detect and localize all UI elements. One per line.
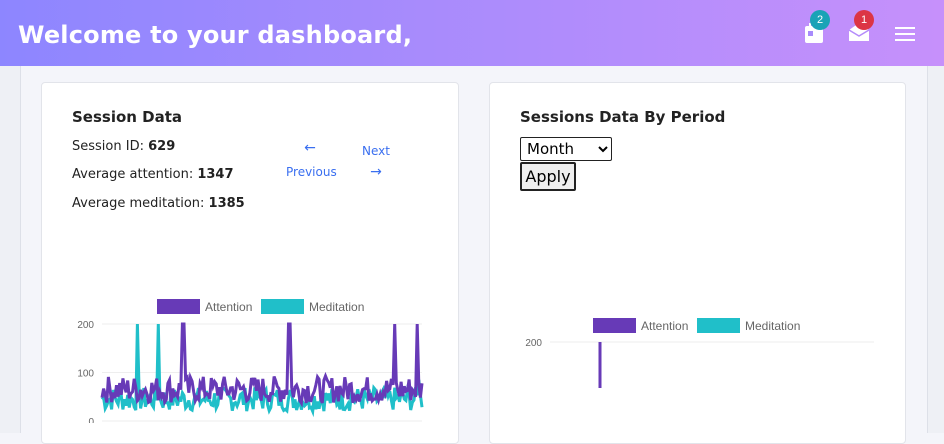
page-scrollbar-track[interactable] <box>927 66 944 433</box>
hamburger-menu-icon[interactable] <box>895 26 917 48</box>
session-data-card: Session Data Session ID: 629 Average att… <box>41 82 459 444</box>
average-meditation-value: 1385 <box>208 196 245 211</box>
y-tick-label: 0 <box>88 417 94 423</box>
calendar-badge: 2 <box>810 10 830 30</box>
period-line-chart: AttentionMeditation20010001234 <box>525 318 874 388</box>
y-tick-label: 200 <box>525 338 542 349</box>
session-line-chart: AttentionMeditation200100015917753391490… <box>77 299 424 423</box>
legend-swatch-meditation <box>261 299 304 314</box>
apply-button[interactable]: Apply <box>520 162 576 191</box>
legend-label-meditation: Meditation <box>309 300 364 314</box>
session-id-row: Session ID: 629 <box>72 139 176 154</box>
average-attention-row: Average attention: 1347 <box>72 167 234 182</box>
mail-badge: 1 <box>854 10 874 30</box>
period-card-title: Sessions Data By Period <box>520 108 726 126</box>
y-tick-label: 100 <box>525 387 542 388</box>
legend-label-attention: Attention <box>641 319 688 333</box>
arrow-left-icon: ← <box>304 140 316 156</box>
legend-swatch-attention <box>593 318 636 333</box>
legend-swatch-meditation <box>697 318 740 333</box>
legend-label-meditation: Meditation <box>745 319 800 333</box>
session-card-title: Session Data <box>72 108 183 126</box>
session-id-value: 629 <box>148 139 176 154</box>
previous-session-link[interactable]: ← Previous <box>286 140 337 179</box>
arrow-right-icon: → <box>370 164 382 180</box>
average-attention-value: 1347 <box>197 167 234 182</box>
y-tick-label: 100 <box>77 369 94 380</box>
legend-swatch-attention <box>157 299 200 314</box>
next-session-link[interactable]: Next → <box>358 144 394 179</box>
sidebar-rail <box>0 66 21 433</box>
average-meditation-row: Average meditation: 1385 <box>72 196 245 211</box>
sessions-by-period-card: Sessions Data By Period Month Apply Atte… <box>489 82 906 444</box>
y-tick-label: 200 <box>77 320 94 331</box>
legend-label-attention: Attention <box>205 300 252 314</box>
page-title: Welcome to your dashboard, <box>18 21 413 49</box>
period-select[interactable]: Month <box>520 137 612 161</box>
top-bar: Welcome to your dashboard, 2 1 <box>0 0 944 66</box>
